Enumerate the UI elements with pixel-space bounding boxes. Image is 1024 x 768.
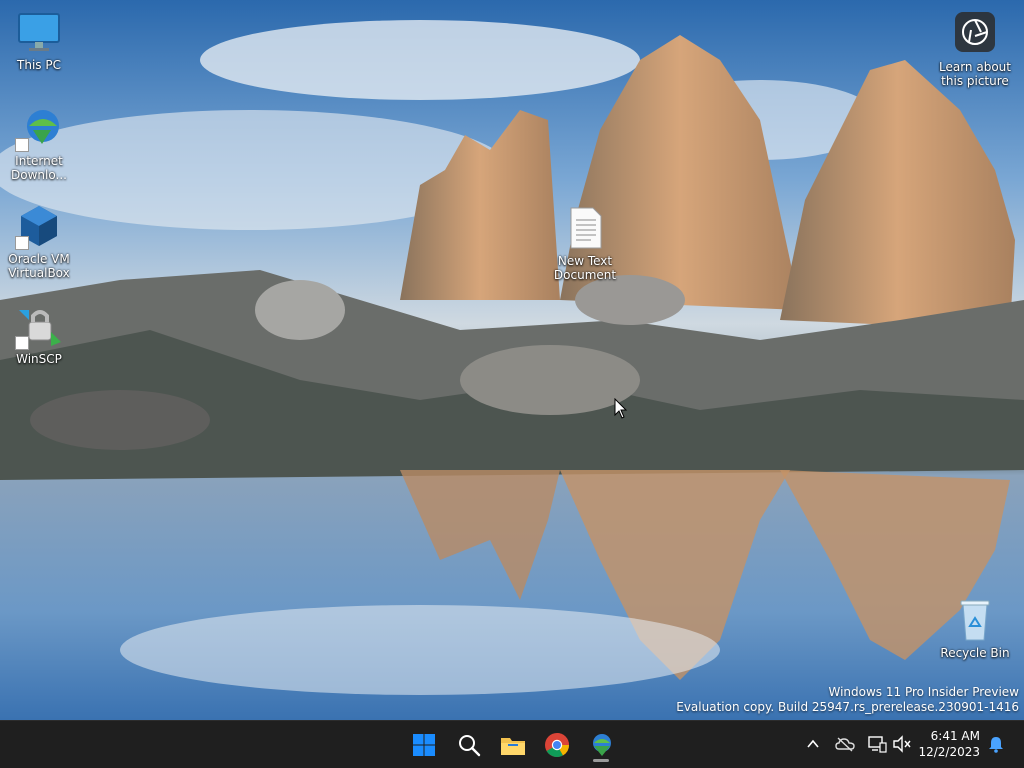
network-icon [868,736,887,753]
taskbar: 6:41 AM 12/2/2023 [0,720,1024,768]
desktop[interactable]: This PC Internet Downlo... Oracle VM Vir… [0,0,1024,720]
folder-icon [501,738,525,755]
desktop-icon-virtualbox[interactable]: Oracle VM VirtualBox [1,202,77,280]
desktop-icon-new-text-document[interactable]: New Text Document [547,204,623,282]
chevron-up-icon [807,739,819,748]
search-icon [459,735,481,757]
virtualbox-icon [15,202,63,250]
desktop-icon-label: WinSCP [16,352,62,366]
desktop-icon-label: This PC [17,58,61,72]
desktop-icon-this-pc[interactable]: This PC [1,8,77,72]
shortcut-arrow-icon [15,336,29,350]
winscp-icon [15,302,63,350]
file-explorer-button[interactable] [495,727,531,763]
desktop-icon-label: Internet Downlo... [11,154,67,182]
desktop-icon-winscp[interactable]: WinSCP [1,302,77,366]
desktop-icon-learn-about-picture[interactable]: Learn about this picture [937,10,1013,88]
clock-button[interactable]: 6:41 AM 12/2/2023 [918,728,980,760]
desktop-icon-label: New Text Document [553,254,617,282]
idm-taskbar-button[interactable] [583,727,619,763]
watermark-line1: Windows 11 Pro Insider Preview [828,685,1019,699]
notifications-button[interactable] [985,733,1007,755]
search-button[interactable] [451,727,487,763]
windows-watermark: Windows 11 Pro Insider Preview Evaluatio… [676,685,1019,715]
volume-muted-icon [893,735,911,753]
desktop-icon-label: Oracle VM VirtualBox [8,252,70,280]
clock-time: 6:41 AM [930,729,980,743]
running-indicator [593,759,609,762]
clock-date: 12/2/2023 [918,745,980,759]
monitor-icon [15,8,63,56]
shortcut-arrow-icon [15,138,29,152]
watermark-line2: Evaluation copy. Build 25947.rs_prerelea… [676,700,1019,714]
desktop-icon-internet-download-manager[interactable]: Internet Downlo... [1,104,77,182]
internet-download-manager-icon [15,104,63,152]
shortcut-arrow-icon [15,236,29,250]
desktop-icon-label: Recycle Bin [940,646,1010,660]
chrome-button[interactable] [539,727,575,763]
onedrive-offline-icon [835,737,855,752]
show-hidden-icons-button[interactable] [802,733,824,755]
onedrive-button[interactable] [834,733,856,755]
windows-logo-icon [413,734,435,756]
desktop-icon-label: Learn about this picture [939,60,1011,88]
network-button[interactable] [866,733,888,755]
start-button[interactable] [406,727,442,763]
recycle-bin-icon [951,596,999,644]
idm-icon [593,734,611,756]
bell-icon [989,737,1003,753]
desktop-icon-recycle-bin[interactable]: Recycle Bin [937,596,1013,660]
volume-button[interactable] [891,733,913,755]
mouse-cursor-icon [614,398,628,419]
camera-icon [951,10,999,58]
text-document-icon [561,204,609,252]
wallpaper [0,0,1024,720]
chrome-icon [545,733,569,758]
